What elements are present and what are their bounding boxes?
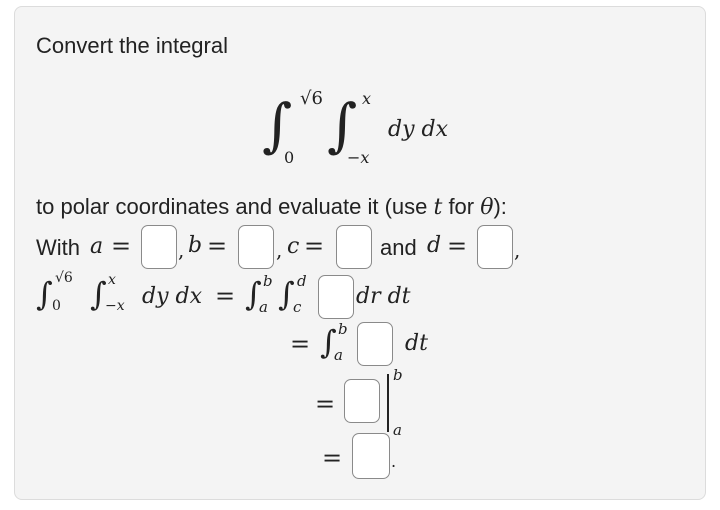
instruction-part: ): — [493, 194, 507, 219]
t-upper-limit: b — [263, 272, 273, 290]
eval-upper-limit: b — [393, 366, 403, 384]
equals-sign: = — [322, 444, 343, 472]
comma: , — [514, 238, 521, 262]
outer-integral-sign: ∫ — [262, 91, 293, 159]
antiderivative-input[interactable] — [344, 379, 380, 423]
equals-sign: = — [304, 232, 325, 260]
d-input[interactable] — [477, 225, 513, 269]
with-label: With — [36, 235, 80, 260]
comma: , — [276, 238, 283, 262]
inner-upper-limit: x — [362, 89, 372, 108]
a-input[interactable] — [141, 225, 177, 269]
integrand-t-input[interactable] — [357, 322, 393, 366]
comma: , — [178, 238, 185, 262]
var-d-label: d — [427, 233, 442, 258]
inner-upper-limit-inline: x — [108, 272, 116, 288]
equals-sign: = — [207, 232, 228, 260]
inner-lower-limit-inline: −x — [105, 298, 125, 314]
outer-lower-limit: 0 — [284, 148, 295, 167]
var-c-label: c — [287, 234, 300, 259]
outer-lower-limit-inline: 0 — [52, 298, 61, 314]
r-lower-limit: c — [293, 298, 302, 316]
equals-sign: = — [447, 232, 468, 260]
inner-integral-sign: ∫ — [327, 91, 358, 159]
outer-upper-limit-inline: √6 — [55, 270, 73, 286]
r-upper-limit: d — [297, 272, 307, 290]
evaluation-bar — [387, 374, 389, 432]
final-answer-input[interactable] — [352, 433, 390, 479]
instruction-part: for — [442, 194, 481, 219]
and-label: and — [380, 235, 417, 260]
equals-sign: = — [111, 232, 132, 260]
instruction-text: to polar coordinates and evaluate it (us… — [36, 194, 507, 220]
outer-integral-sign-inline: ∫ — [36, 275, 53, 313]
intro-text: Convert the integral — [36, 33, 228, 58]
differentials-inline: dy dx — [142, 284, 202, 309]
variable-t: t — [433, 195, 443, 220]
dr-dt: dr dt — [356, 284, 411, 309]
t-upper-limit-2: b — [338, 320, 348, 338]
t-lower-limit-2: a — [334, 346, 343, 364]
b-input[interactable] — [238, 225, 274, 269]
outer-upper-limit: √6 — [300, 88, 323, 109]
eval-lower-limit: a — [393, 421, 402, 439]
period: . — [391, 452, 397, 471]
integrand-r-t-input[interactable] — [318, 275, 354, 319]
variable-theta: θ — [480, 195, 494, 220]
inner-lower-limit: −x — [347, 148, 370, 167]
var-b-label: b — [188, 233, 203, 258]
equals-sign: = — [215, 282, 236, 310]
var-a-label: a — [90, 234, 104, 259]
dt: dt — [405, 331, 428, 356]
t-lower-limit: a — [259, 298, 268, 316]
differentials: dy dx — [388, 117, 448, 142]
instruction-part: to polar coordinates and evaluate it (us… — [36, 194, 434, 219]
c-input[interactable] — [336, 225, 372, 269]
equals-sign: = — [290, 330, 311, 358]
equals-sign: = — [315, 390, 336, 418]
